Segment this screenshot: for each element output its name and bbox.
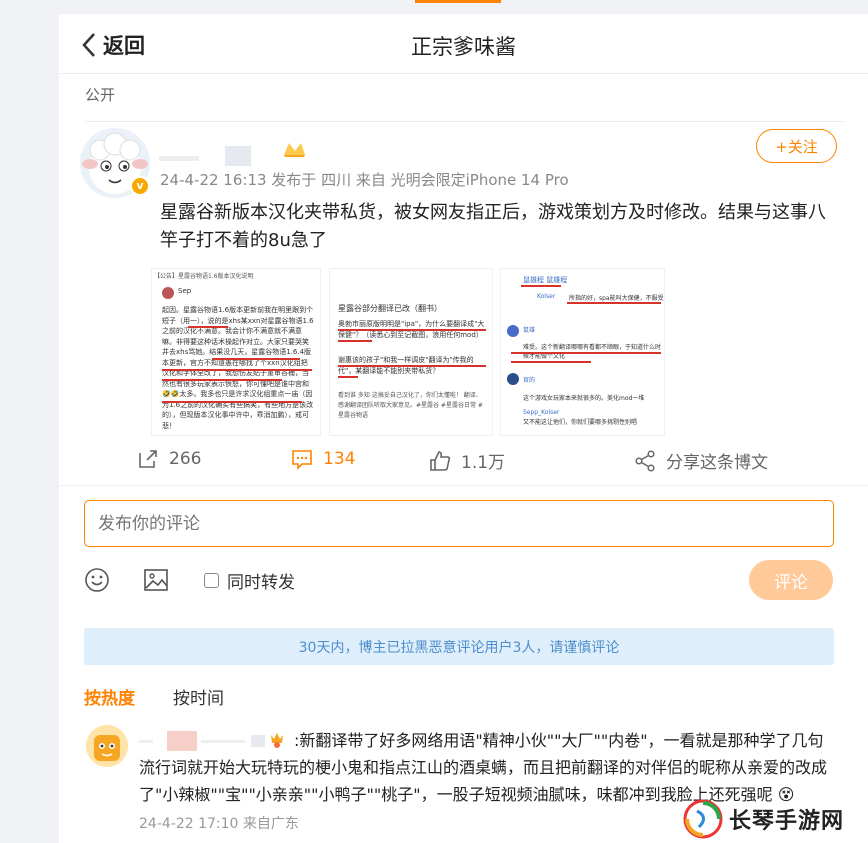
comment-icon	[292, 450, 312, 470]
image-upload-icon[interactable]	[143, 567, 169, 593]
highlight-underline	[511, 352, 661, 354]
post-image-2[interactable]: 星露谷部分翻译已改（翻书） 奥勃市丽原版明明是"ipa"，为什么要翻译成"大保健…	[329, 268, 493, 436]
commenter-avatar	[507, 373, 519, 385]
highlight-underline	[162, 379, 282, 381]
image-2-heading: 星露谷部分翻译已改（翻书）	[338, 304, 442, 313]
watermark-text: 长琴手游网	[729, 809, 845, 834]
image-3-c3-name: 官的	[523, 377, 536, 384]
share-button[interactable]: 分享这条博文	[634, 448, 768, 473]
highlight-underline	[338, 376, 358, 378]
image-3-c1-text: 所指的好，spa能叫大保健，不服受着	[569, 295, 665, 302]
share-label: 分享这条博文	[666, 453, 768, 473]
checkbox-icon[interactable]	[204, 573, 219, 588]
highlight-underline	[188, 326, 228, 328]
commenter-avatar[interactable]	[86, 725, 128, 767]
visibility-label: 公开	[85, 86, 116, 104]
verified-badge: v	[130, 176, 150, 196]
author-name-redacted[interactable]	[159, 146, 254, 166]
emoji-icon[interactable]	[84, 567, 110, 593]
top-bar	[0, 0, 868, 6]
sort-by-time-tab[interactable]: 按时间	[173, 684, 224, 709]
site-watermark: 长琴手游网	[683, 798, 844, 840]
repost-button[interactable]: 266	[137, 448, 201, 470]
cartoon-avatar-icon	[86, 725, 128, 767]
page-title: 正宗爹味酱	[411, 35, 516, 59]
repost-checkbox[interactable]: 同时转发	[204, 568, 295, 593]
image-2-footer: 看到谁 多知 这搞妥自己汉化了，你们太懂啦！ 翻译、感谢翻译团队听取大家意见。#…	[338, 392, 483, 419]
share-icon	[635, 449, 655, 472]
repost-icon	[139, 450, 157, 468]
image-3-top: 鼠雄程 鼠雄程	[523, 276, 568, 284]
image-3-c2-name: 鼠雄	[523, 327, 536, 334]
image-3-c3-text: 这个游戏女玩家本来就很多的。美化mod一堆	[523, 395, 645, 402]
highlight-underline	[338, 329, 486, 331]
divider	[85, 121, 844, 122]
comment-text: :新翻译带了好多网络用语"精神小伙""大厂""内卷"，一看就是那种学了几句流行词…	[139, 731, 828, 804]
top-bar-accent	[415, 0, 501, 3]
like-count: 1.1万	[461, 453, 506, 473]
sort-by-hot-tab[interactable]: 按热度	[84, 684, 135, 709]
comment-input[interactable]	[84, 500, 834, 547]
image-3-c4-text: 又不能这让他们，你就们要哪多挑剔性别唱	[523, 419, 638, 426]
comment-meta: 24-4-22 17:10 来自广东	[139, 816, 299, 832]
highlight-underline	[212, 358, 300, 360]
highlight-underline	[162, 369, 312, 371]
author-avatar-small	[162, 287, 174, 299]
post-text: 星露谷新版本汉化夹带私货，被女网友指正后，游戏策划方及时修改。结果与这事八竿子打…	[160, 202, 826, 251]
post-meta: 24-4-22 16:13 发布于 四川 来自 光明会限定iPhone 14 P…	[160, 171, 569, 189]
highlight-underline	[511, 361, 591, 363]
site-logo-icon	[683, 799, 723, 839]
highlight-underline	[521, 285, 561, 287]
divider	[59, 485, 868, 486]
image-1-paragraph: 起因。星露谷物语1.6版本更新前我在明里跟到个短子（用一），说的是xhs某xxn…	[162, 306, 314, 430]
thumbs-up-icon	[430, 450, 451, 471]
follow-button[interactable]: +关注	[756, 129, 837, 163]
highlight-underline	[162, 401, 302, 403]
image-3-c4-name: Sepp_Kolser	[523, 409, 560, 416]
highlight-underline	[567, 302, 661, 304]
highlight-underline	[338, 365, 486, 367]
post-card: 返回 正宗爹味酱 公开 v 24-4-22 16:13 发布于 四川 来自 光明…	[59, 14, 868, 843]
repost-count: 266	[169, 449, 202, 469]
submit-comment-button[interactable]: 评论	[749, 560, 833, 600]
comment-count: 134	[323, 449, 356, 469]
post-image-3[interactable]: 鼠雄程 鼠雄程 Kolser 所指的好，spa能叫大保健，不服受着 鼠雄 难受。…	[500, 268, 665, 436]
page-header: 返回 正宗爹味酱	[59, 14, 868, 74]
repost-checkbox-label: 同时转发	[227, 573, 295, 593]
image-3-c1-name: Kolser	[537, 293, 556, 300]
like-button[interactable]: 1.1万	[429, 448, 505, 473]
commenter-avatar	[507, 325, 519, 337]
blocklist-notice: 30天内，博主已拉黑恶意评论用户3人，请谨慎评论	[84, 628, 834, 665]
image-1-author: Sep	[178, 287, 192, 295]
image-1-title: 【公告】星露谷物语1.6版本汉化说明	[154, 273, 254, 280]
post-image-1[interactable]: 【公告】星露谷物语1.6版本汉化说明 Sep 起因。星露谷物语1.6版本更新前我…	[151, 268, 321, 436]
comment-text-block: :新翻译带了好多网络用语"精神小伙""大厂""内卷"，一看就是那种学了几句流行词…	[139, 727, 839, 808]
post-action-bar: 266 134 1.1万 分享这条博文	[59, 444, 868, 480]
comment-button[interactable]: 134	[291, 448, 355, 470]
vip-badge-icon	[284, 143, 305, 157]
highlight-underline	[338, 340, 372, 342]
